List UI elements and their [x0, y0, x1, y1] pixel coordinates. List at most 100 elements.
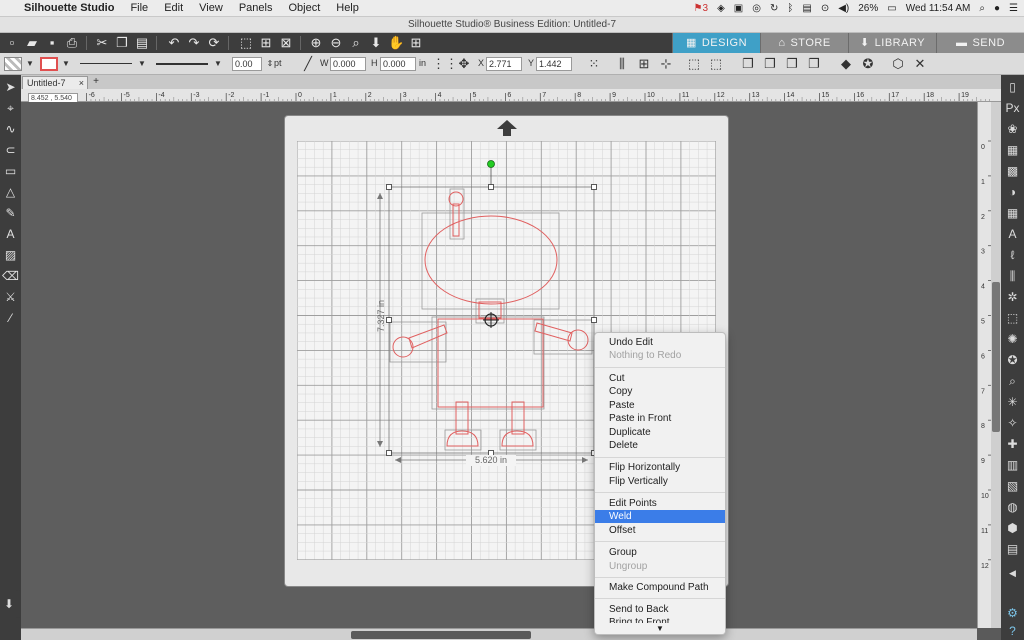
refresh-icon[interactable]: ↻: [770, 3, 778, 14]
chevron-down-icon[interactable]: ▼: [58, 56, 74, 72]
menu-view[interactable]: View: [191, 2, 231, 14]
spotlight-search-icon[interactable]: ⌕: [979, 3, 985, 14]
add-tab-button[interactable]: +: [90, 77, 102, 88]
gradient-icon[interactable]: ◑: [1004, 184, 1021, 201]
trace-icon[interactable]: ⌕: [1004, 373, 1021, 390]
menu-item-offset[interactable]: Offset: [595, 524, 725, 537]
vertical-scrollbar[interactable]: [991, 102, 1001, 628]
tab-library[interactable]: ⬇ LIBRARY: [848, 33, 936, 53]
select-all-icon[interactable]: ⬚: [238, 35, 254, 51]
user-avatar-icon[interactable]: ●: [994, 3, 1000, 14]
user-notification-icon[interactable]: ⚑3: [694, 3, 709, 14]
library-panel-icon[interactable]: ▥: [1004, 457, 1021, 474]
new-document-icon[interactable]: ▫: [4, 35, 20, 51]
zoom-in-icon[interactable]: ⊕: [308, 35, 324, 51]
3d-box-icon[interactable]: ⬡: [890, 56, 906, 72]
copy-icon[interactable]: ❐: [114, 35, 130, 51]
notification-center-icon[interactable]: ☰: [1009, 3, 1018, 14]
line-style-preview[interactable]: [80, 63, 132, 64]
knife-tool-icon[interactable]: ⚔: [2, 289, 19, 306]
menu-item-delete[interactable]: Delete: [595, 439, 725, 452]
shape-union-icon[interactable]: ⊂: [2, 142, 19, 159]
select-arrow-icon[interactable]: ➤: [2, 79, 19, 96]
eraser-tool-icon[interactable]: ⌫: [2, 268, 19, 285]
align-panel-icon[interactable]: ⫼: [1004, 268, 1021, 285]
open-folder-icon[interactable]: ▰: [24, 35, 40, 51]
paste-icon[interactable]: ▤: [134, 35, 150, 51]
menu-item-duplicate[interactable]: Duplicate: [595, 426, 725, 439]
y-position-input[interactable]: 1.442: [536, 57, 572, 71]
close-icon[interactable]: ✕: [912, 56, 928, 72]
center-icon[interactable]: ⊞: [636, 56, 652, 72]
text-style-icon[interactable]: A: [1004, 226, 1021, 243]
height-input[interactable]: 0.000: [380, 57, 416, 71]
zoom-area-icon[interactable]: ⌕: [348, 35, 364, 51]
image-tool-icon[interactable]: ▨: [2, 247, 19, 264]
eyedropper-icon[interactable]: ⁄: [2, 310, 19, 327]
gamepad-icon[interactable]: ◈: [717, 3, 725, 14]
menu-item-copy[interactable]: Copy: [595, 385, 725, 398]
3d-panel-icon[interactable]: ⬢: [1004, 520, 1021, 537]
fit-to-window-icon[interactable]: ⊞: [408, 35, 424, 51]
bring-to-front-icon[interactable]: ❐: [784, 56, 800, 72]
move-down-icon[interactable]: ⬇: [368, 35, 384, 51]
transform-icon[interactable]: ⬚: [1004, 310, 1021, 327]
line-join-preview[interactable]: [156, 63, 208, 65]
bring-forward-icon[interactable]: ❐: [740, 56, 756, 72]
line-tool-icon[interactable]: ╱: [300, 56, 316, 72]
help-icon[interactable]: ?: [1004, 623, 1021, 640]
line-width-input[interactable]: 0.00: [232, 57, 262, 71]
zoom-out-icon[interactable]: ⊖: [328, 35, 344, 51]
palette-icon[interactable]: ❀: [1004, 121, 1021, 138]
x-position-input[interactable]: 2.771: [486, 57, 522, 71]
sketch-icon[interactable]: ✳: [1004, 394, 1021, 411]
map-icon[interactable]: ▤: [1004, 541, 1021, 558]
pan-hand-icon[interactable]: ✋: [388, 35, 404, 51]
us-flag-icon[interactable]: ▤: [802, 3, 811, 14]
curve-tool-icon[interactable]: ∿: [2, 121, 19, 138]
menu-edit[interactable]: Edit: [156, 2, 191, 14]
tab-design[interactable]: ▦ DESIGN: [672, 33, 760, 53]
chevron-down-icon[interactable]: ▼: [210, 56, 226, 72]
close-tab-icon[interactable]: ×: [79, 77, 84, 89]
send-to-back-icon[interactable]: ❐: [806, 56, 822, 72]
volume-icon[interactable]: ◀): [838, 3, 849, 14]
pattern-icon[interactable]: ▦: [1004, 205, 1021, 222]
menu-item-flip-vertically[interactable]: Flip Vertically: [595, 475, 725, 488]
line-style-icon[interactable]: ℓ: [1004, 247, 1021, 264]
battery-icon[interactable]: ▭: [887, 3, 896, 14]
menu-item-cut[interactable]: Cut: [595, 372, 725, 385]
zoom-to-page-icon[interactable]: ⊠: [278, 35, 294, 51]
layers-icon[interactable]: ▦: [1004, 142, 1021, 159]
polygon-tool-icon[interactable]: △: [2, 184, 19, 201]
point-edit-icon[interactable]: ⌖: [2, 100, 19, 117]
vertical-scroll-thumb[interactable]: [992, 282, 1000, 432]
pencil-tool-icon[interactable]: ✎: [2, 205, 19, 222]
deselect-icon[interactable]: ⊞: [258, 35, 274, 51]
bluetooth-icon[interactable]: ᛒ: [787, 3, 793, 14]
chevron-down-icon[interactable]: ▼: [22, 56, 38, 72]
menu-item-flip-horizontally[interactable]: Flip Horizontally: [595, 461, 725, 474]
menu-item-paste-in-front[interactable]: Paste in Front: [595, 412, 725, 425]
send-backward-icon[interactable]: ❐: [762, 56, 778, 72]
creative-cloud-icon[interactable]: ◎: [752, 3, 761, 14]
save-icon[interactable]: ▪: [44, 35, 60, 51]
redraw-icon[interactable]: ⟳: [206, 35, 222, 51]
menu-item-send-to-back[interactable]: Send to Back: [595, 603, 725, 616]
expand-left-icon[interactable]: ◀: [1004, 565, 1021, 582]
fill-icon[interactable]: ▩: [1004, 163, 1021, 180]
puzzle-icon[interactable]: ✚: [1004, 436, 1021, 453]
globe-icon[interactable]: ◍: [1004, 499, 1021, 516]
menu-object[interactable]: Object: [280, 2, 328, 14]
width-input[interactable]: 0.000: [330, 57, 366, 71]
menu-item-paste[interactable]: Paste: [595, 399, 725, 412]
align-icon[interactable]: ⫼: [614, 56, 630, 72]
menu-file[interactable]: File: [122, 2, 156, 14]
tab-store[interactable]: ⌂ STORE: [760, 33, 848, 53]
menu-item-weld[interactable]: Weld: [595, 510, 725, 523]
anchor-grid-icon[interactable]: ⁙: [586, 56, 602, 72]
sync-icon[interactable]: ⊙: [821, 3, 829, 14]
undo-icon[interactable]: ↶: [166, 35, 182, 51]
lock-aspect-grid-icon[interactable]: ⋮⋮: [432, 56, 458, 72]
menu-item-group[interactable]: Group: [595, 546, 725, 559]
